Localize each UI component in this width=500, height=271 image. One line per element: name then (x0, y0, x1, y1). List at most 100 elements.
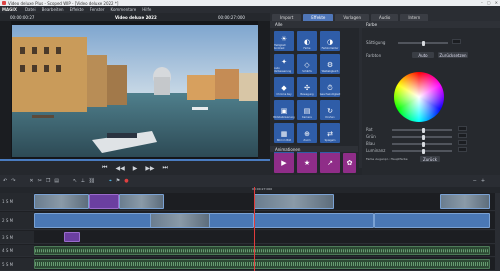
rewind-button[interactable]: ◀◀ (115, 165, 124, 172)
luminance-knob[interactable] (422, 148, 425, 154)
animation-tile-2[interactable]: ★ (297, 153, 317, 173)
effect-label: Spiegeln (324, 139, 336, 142)
skip-start-button[interactable]: ⏮ (102, 164, 107, 172)
track-3-header[interactable]: 3 S M (0, 231, 34, 243)
tab-effects[interactable]: Effekte (303, 13, 334, 21)
marker-icon[interactable]: ⚑ (116, 178, 120, 184)
video-clip[interactable] (440, 194, 490, 209)
redo-icon[interactable]: ↷ (11, 178, 15, 184)
saturation-label: Sättigung (366, 40, 386, 45)
red-value[interactable] (458, 126, 467, 131)
red-knob[interactable] (422, 127, 425, 133)
effect-tile[interactable]: ⇄ Spiegeln (320, 123, 340, 143)
project-name[interactable]: Video deluxe 2022 (115, 15, 157, 20)
back-button[interactable]: Zurück (420, 156, 440, 162)
select-tool-icon[interactable]: ↖ (73, 178, 77, 184)
copy-icon[interactable]: ❐ (46, 178, 50, 184)
cut-icon[interactable]: ✂ (38, 178, 42, 184)
track-1-header[interactable]: 1 S M (0, 193, 34, 210)
blue-value[interactable] (458, 140, 467, 145)
effect-tile[interactable]: ▦ Bild im Bild (274, 123, 294, 143)
menu-item-window[interactable]: Fenster (90, 7, 105, 12)
effect-tile[interactable]: ◑ Farbkorrektur (320, 31, 340, 51)
snap-icon[interactable]: ⌖ (109, 178, 112, 184)
link-icon[interactable]: ⛓ (89, 178, 95, 184)
zoom-out-icon[interactable]: − (473, 178, 477, 184)
auto-button[interactable]: Auto (412, 52, 434, 58)
preview-frame-image (12, 25, 258, 157)
track-2-header[interactable]: 2 S M (0, 212, 34, 229)
video-clip[interactable] (89, 194, 119, 209)
red-slider[interactable] (392, 127, 452, 133)
animation-tile-4[interactable]: ✿ (343, 153, 356, 173)
effect-tile[interactable]: ▤ Kamera (297, 100, 317, 120)
effect-tile[interactable]: ⚙ Weißabgleich (320, 54, 340, 74)
video-clip[interactable] (254, 194, 334, 209)
green-knob[interactable] (422, 134, 425, 140)
maximize-button[interactable]: ▢ (487, 0, 491, 5)
reset-button[interactable]: Zurücksetzen (438, 52, 468, 58)
menu-item-help[interactable]: Hilfe (142, 7, 151, 12)
app-window: Video deluxe Plus - Scoped WIP - [Video … (0, 0, 500, 271)
color-panel-header: Farbe (362, 21, 500, 28)
effect-label: Auto Verbesserung (274, 67, 292, 73)
effect-tile[interactable]: ↻ Drehen (320, 100, 340, 120)
menu-item-effects[interactable]: Effekte (70, 7, 84, 12)
play-button[interactable]: ▶ (133, 165, 138, 172)
chevron-down-icon[interactable]: ▾ (147, 15, 149, 20)
color-wheel[interactable] (394, 72, 444, 122)
luminance-value[interactable] (458, 147, 467, 152)
saturation-value[interactable] (452, 39, 461, 44)
video-clip[interactable] (374, 213, 490, 228)
record-icon[interactable]: ● (124, 178, 128, 184)
track-5-header[interactable]: 5 S M (0, 258, 34, 270)
video-clip[interactable] (150, 213, 210, 228)
skip-end-button[interactable]: ⏭ (163, 164, 168, 172)
menu-item-file[interactable]: Datei (25, 7, 36, 12)
tab-templates[interactable]: Vorlagen (335, 13, 369, 21)
video-preview[interactable] (0, 21, 270, 161)
timeline-scrollbar[interactable] (495, 193, 500, 271)
effect-tile[interactable]: ▣ Bildstabilisierung (273, 100, 295, 120)
effect-tile[interactable]: ✦ Auto Verbesserung (274, 54, 294, 74)
tab-audio[interactable]: Audio (371, 13, 399, 21)
animation-tile-1[interactable]: ▶ (274, 153, 294, 173)
effect-tile[interactable]: ⊕ Zoom (297, 123, 317, 143)
video-clip[interactable] (119, 194, 164, 209)
zoom-in-icon[interactable]: + (481, 178, 485, 184)
video-clip[interactable] (34, 213, 254, 228)
fast-forward-button[interactable]: ▶▶ (145, 165, 154, 172)
video-clip[interactable] (254, 213, 374, 228)
green-label: Grün (366, 134, 376, 139)
saturation-knob[interactable] (422, 40, 425, 46)
video-clip[interactable] (34, 194, 89, 209)
effect-tile[interactable]: ◆ Chroma Key (274, 77, 294, 97)
effect-tile[interactable]: ◐ Farbe (297, 31, 317, 51)
track-4-header[interactable]: 4 S M (0, 245, 34, 256)
blue-knob[interactable] (422, 141, 425, 147)
effect-tile[interactable]: ☀ Helligkeit Kontrast (274, 31, 294, 51)
saturation-slider[interactable] (398, 40, 448, 46)
close-button[interactable]: ✕ (495, 0, 498, 5)
minimize-button[interactable]: – (481, 0, 483, 5)
paste-icon[interactable]: ▤ (54, 178, 59, 184)
luminance-slider[interactable] (392, 148, 452, 154)
effect-tile[interactable]: ◇ Schärfe (297, 54, 317, 74)
green-slider[interactable] (392, 134, 452, 140)
tab-intern[interactable]: Intern (400, 13, 429, 21)
razor-icon[interactable]: ⟂ (81, 178, 84, 184)
tab-import[interactable]: Import (272, 13, 302, 21)
playhead[interactable] (254, 187, 255, 271)
undo-icon[interactable]: ↶ (3, 178, 7, 184)
effect-tile[interactable]: ⏱ Geschwindigkeit (320, 77, 340, 97)
audio-clip[interactable] (34, 259, 490, 269)
effect-tile[interactable]: ✣ Bewegung (297, 77, 317, 97)
delete-icon[interactable]: ✕ (29, 178, 33, 184)
menu-item-comments[interactable]: Kommentare (111, 7, 137, 12)
green-value[interactable] (458, 133, 467, 138)
audio-clip[interactable] (34, 246, 490, 255)
blue-slider[interactable] (392, 141, 452, 147)
menu-item-edit[interactable]: Bearbeiten (42, 7, 64, 12)
animation-tile-3[interactable]: ↗ (320, 153, 340, 173)
title-clip[interactable] (64, 232, 80, 242)
